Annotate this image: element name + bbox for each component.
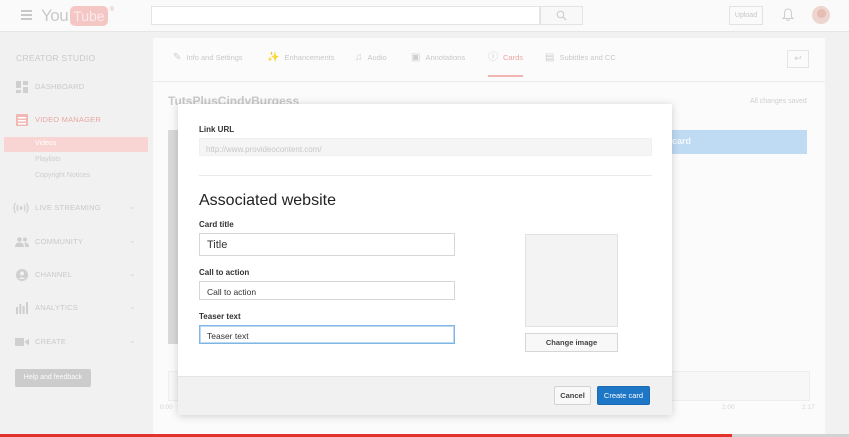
tab-cards[interactable]: ⓘ Cards [488, 52, 524, 77]
dialog-footer: Cancel Create card [178, 376, 672, 415]
teaser-text-label: Teaser text [199, 312, 241, 321]
sidebar-subitem-videos[interactable]: Videos [4, 137, 148, 152]
link-url-field[interactable] [199, 138, 652, 158]
dashboard-icon [16, 81, 28, 93]
card-title-field[interactable] [199, 233, 455, 256]
call-to-action-input[interactable] [200, 283, 454, 301]
card-title-label: Card title [199, 220, 234, 229]
timeline-end-time: 2:17 [802, 404, 815, 411]
call-to-action-label: Call to action [199, 268, 250, 277]
sidebar-item-dashboard[interactable]: DASHBOARD [0, 77, 148, 97]
card-image-preview [525, 234, 618, 327]
sidebar-subitem-label: Copyright Notices [35, 172, 91, 179]
top-bar: You Tube ® Upload [0, 0, 849, 32]
chevron-down-icon[interactable]: ⌄ [129, 202, 136, 211]
tab-label: Subtitles and CC [559, 53, 616, 62]
create-icon [15, 338, 29, 346]
tab-label: Enhancements [284, 53, 335, 62]
live-streaming-icon [13, 202, 29, 214]
call-to-action-field[interactable] [199, 281, 455, 301]
channel-icon [16, 269, 28, 281]
sidebar-subitem-label: Videos [35, 140, 57, 147]
sidebar-item-create[interactable]: CREATE ⌄ [0, 332, 148, 352]
chevron-down-icon[interactable]: ⌄ [129, 302, 136, 311]
logo-registered-mark: ® [109, 7, 114, 13]
tab-label: Info and Settings [186, 53, 243, 62]
sidebar-item-label: CHANNEL [35, 270, 73, 279]
link-url-input[interactable] [200, 141, 651, 158]
analytics-icon [16, 302, 28, 314]
tab-annotations[interactable]: ▣ Annotations [411, 53, 465, 77]
chevron-down-icon[interactable]: ⌄ [129, 269, 136, 278]
card-title-input[interactable] [200, 234, 454, 255]
help-and-feedback-button[interactable]: Help and feedback [15, 369, 91, 387]
youtube-logo[interactable]: You Tube ® [41, 5, 114, 27]
teaser-text-input[interactable] [200, 327, 454, 345]
add-card-button[interactable]: d card [654, 130, 807, 154]
logo-you-text: You [41, 6, 69, 25]
saved-status: All changes saved [750, 98, 807, 105]
chevron-down-icon[interactable]: ⌄ [129, 336, 136, 345]
create-card-dialog: Link URL Associated website Card title C… [178, 104, 672, 415]
tab-info-and-settings[interactable]: ✎ Info and Settings [173, 53, 243, 77]
sidebar-subitem-label: Playlists [35, 156, 61, 163]
tab-subtitles-and-cc[interactable]: ▤ Subtitles and CC [545, 53, 616, 77]
video-manager-icon [16, 114, 28, 126]
sidebar-item-label: LIVE STREAMING [35, 203, 101, 212]
hamburger-menu-icon[interactable] [21, 10, 32, 20]
create-card-button[interactable]: Create card [597, 386, 650, 405]
logo-tube-text: Tube [70, 6, 108, 26]
sidebar-item-community[interactable]: COMMUNITY ⌄ [0, 232, 148, 252]
sidebar-item-label: ANALYTICS [35, 303, 78, 312]
sidebar-item-label: VIDEO MANAGER [35, 115, 101, 124]
sidebar-item-label: CREATE [35, 337, 67, 346]
sidebar-item-analytics[interactable]: ANALYTICS ⌄ [0, 298, 148, 318]
timeline-start-time: 0:00 [160, 404, 173, 411]
change-image-button[interactable]: Change image [525, 333, 618, 352]
teaser-text-field[interactable] [199, 325, 455, 345]
sidebar-subitem-copyright-notices[interactable]: Copyright Notices [4, 169, 148, 184]
sidebar-item-channel[interactable]: CHANNEL ⌄ [0, 265, 148, 285]
pencil-icon: ✎ [173, 52, 182, 63]
sidebar: CREATOR STUDIO DASHBOARD VIDEO MANAGER V… [0, 33, 151, 437]
back-arrow-icon: ↩ [794, 53, 802, 63]
sidebar-subitem-playlists[interactable]: Playlists [4, 153, 148, 168]
wand-icon: ✨ [267, 52, 280, 63]
sidebar-item-video-manager[interactable]: VIDEO MANAGER [0, 110, 148, 130]
sidebar-item-label: COMMUNITY [35, 237, 84, 246]
search-button[interactable] [540, 6, 583, 25]
back-arrow-button[interactable]: ↩ [787, 50, 809, 68]
cancel-button[interactable]: Cancel [554, 386, 591, 405]
notifications-bell-icon[interactable] [782, 8, 794, 22]
music-note-icon: ♫ [355, 52, 363, 63]
search-icon [556, 10, 567, 21]
tab-enhancements[interactable]: ✨ Enhancements [267, 53, 335, 77]
tab-label: Audio [367, 53, 387, 62]
associated-website-heading: Associated website [199, 192, 336, 209]
creator-studio-title: CREATOR STUDIO [16, 53, 96, 63]
subtitles-icon: ▤ [545, 52, 555, 63]
sidebar-item-label: DASHBOARD [35, 82, 85, 91]
search-input[interactable] [151, 6, 540, 25]
tab-label: Annotations [425, 53, 466, 62]
chevron-down-icon[interactable]: ⌄ [129, 236, 136, 245]
sidebar-item-live-streaming[interactable]: LIVE STREAMING ⌄ [0, 198, 148, 218]
account-avatar[interactable] [812, 6, 830, 24]
timeline-mid-time: 2:00 [722, 404, 735, 411]
info-icon: ⓘ [488, 52, 498, 63]
tab-label: Cards [503, 53, 524, 62]
divider [199, 175, 652, 176]
annotation-icon: ▣ [411, 52, 421, 63]
community-icon [15, 237, 29, 247]
upload-button[interactable]: Upload [729, 6, 763, 25]
editor-tabs: ✎ Info and Settings ✨ Enhancements ♫ Aud… [153, 38, 825, 82]
link-url-label: Link URL [199, 125, 235, 134]
tab-audio[interactable]: ♫ Audio [355, 53, 387, 77]
